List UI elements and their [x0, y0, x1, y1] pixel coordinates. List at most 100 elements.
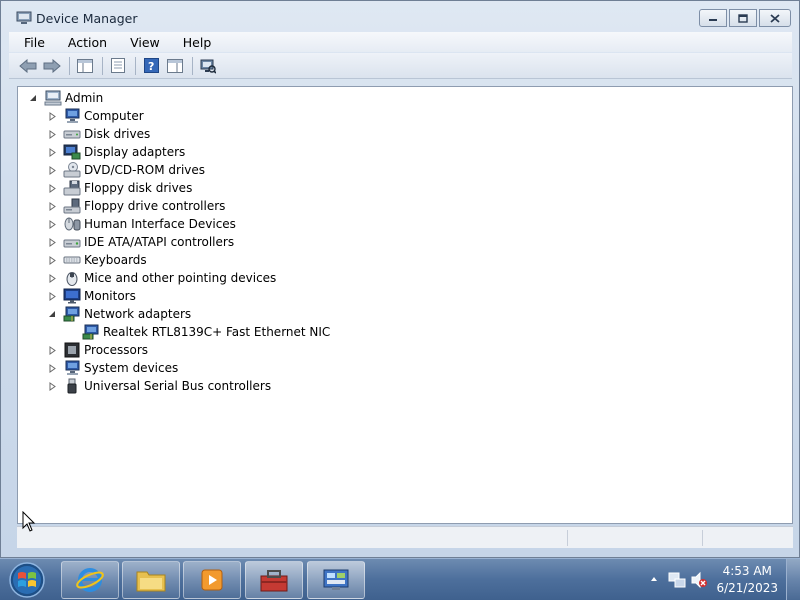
tree-root-label: Admin: [65, 91, 104, 105]
ide-controller-icon: [63, 239, 81, 248]
menu-action[interactable]: Action: [53, 35, 115, 50]
tree-item-usb-controllers[interactable]: Universal Serial Bus controllers: [47, 377, 271, 395]
tree-item-display-adapters[interactable]: Display adapters: [47, 143, 185, 161]
tree-item-computer[interactable]: Computer: [47, 107, 144, 125]
tree-item-label: Disk drives: [84, 127, 151, 141]
tree-item-label: IDE ATA/ATAPI controllers: [84, 235, 235, 249]
expand-arrow-icon[interactable]: [47, 219, 57, 229]
taskbar-windows-explorer[interactable]: [122, 561, 180, 599]
toolbar-separator: [102, 56, 103, 75]
expand-arrow-icon[interactable]: [47, 381, 57, 391]
tree-connector: [66, 327, 76, 337]
taskbar-control-panel[interactable]: [307, 561, 365, 599]
computer-admin-icon: [44, 90, 62, 106]
notification-area: 4:53 AM 6/21/2023: [630, 559, 800, 600]
start-button[interactable]: [4, 560, 50, 600]
title-bar[interactable]: Device Manager: [1, 1, 799, 33]
tree-item-label: DVD/CD-ROM drives: [84, 163, 206, 177]
tree-item-label: Floppy drive controllers: [84, 199, 226, 213]
clock[interactable]: 4:53 AM 6/21/2023: [716, 563, 778, 597]
tree-item-realtek-nic[interactable]: Realtek RTL8139C+ Fast Ethernet NIC: [66, 323, 330, 341]
tree-item-floppy-disk[interactable]: Floppy disk drives: [47, 179, 192, 197]
tree-item-processors[interactable]: Processors: [47, 341, 148, 359]
tree-item-dvd-cdrom[interactable]: DVD/CD-ROM drives: [47, 161, 205, 179]
back-button[interactable]: [17, 56, 39, 76]
expand-arrow-icon[interactable]: [47, 363, 57, 373]
properties-button[interactable]: [107, 56, 129, 76]
menu-view[interactable]: View: [115, 35, 168, 50]
maximize-button[interactable]: [729, 9, 757, 27]
expand-arrow-icon[interactable]: [47, 201, 57, 211]
device-tree[interactable]: Admin Computer Disk drives Display adapt…: [17, 86, 793, 524]
status-bar: [17, 526, 793, 548]
tree-item-monitors[interactable]: Monitors: [47, 287, 136, 305]
tree-item-label: Processors: [84, 343, 149, 357]
tree-item-hid[interactable]: Human Interface Devices: [47, 215, 236, 233]
collapse-arrow-icon[interactable]: [47, 309, 57, 319]
expand-arrow-icon[interactable]: [47, 165, 57, 175]
taskbar: 4:53 AM 6/21/2023: [0, 558, 800, 600]
tree-item-label: Network adapters: [84, 307, 192, 321]
tree-item-label: Universal Serial Bus controllers: [84, 379, 272, 393]
device-manager-window: Device Manager File Action View Help ? A…: [0, 0, 800, 558]
tree-item-label: Keyboards: [84, 253, 147, 267]
show-desktop-button[interactable]: [786, 559, 800, 600]
forward-icon: [43, 58, 61, 73]
taskbar-toolbox[interactable]: [245, 561, 303, 599]
show-hide-console-tree-icon: [77, 58, 93, 73]
device-manager-icon: [16, 11, 32, 24]
tree-item-floppy-controllers[interactable]: Floppy drive controllers: [47, 197, 225, 215]
close-icon: [770, 13, 780, 23]
toolbar-separator: [192, 56, 193, 75]
monitor-icon: [63, 288, 81, 304]
toolbar-separator: [135, 56, 136, 75]
tree-item-label: Mice and other pointing devices: [84, 271, 277, 285]
tree-item-mice[interactable]: Mice and other pointing devices: [47, 269, 276, 287]
tree-item-system-devices[interactable]: System devices: [47, 359, 178, 377]
tree-item-network-adapters[interactable]: Network adapters: [47, 305, 191, 323]
show-hide-console-tree-button[interactable]: [74, 56, 96, 76]
network-adapter-icon: [63, 306, 80, 322]
expand-arrow-icon[interactable]: [47, 237, 57, 247]
taskbar-internet-explorer[interactable]: [61, 561, 119, 599]
expand-arrow-icon[interactable]: [47, 147, 57, 157]
minimize-button[interactable]: [699, 9, 727, 27]
expand-arrow-icon[interactable]: [47, 183, 57, 193]
show-hide-action-pane-button[interactable]: [164, 56, 186, 76]
network-icon[interactable]: [668, 571, 686, 589]
windows-start-icon: [9, 562, 45, 598]
help-button[interactable]: ?: [140, 56, 162, 76]
show-hide-action-pane-icon: [167, 58, 183, 73]
taskbar-media-player[interactable]: [183, 561, 241, 599]
expand-arrow-icon[interactable]: [47, 111, 57, 121]
volume-muted-icon[interactable]: [690, 571, 708, 589]
tree-item-disk-drives[interactable]: Disk drives: [47, 125, 150, 143]
maximize-icon: [738, 13, 748, 23]
display-adapter-icon: [63, 144, 81, 160]
control-panel-icon: [323, 569, 349, 590]
close-button[interactable]: [759, 9, 791, 27]
expand-arrow-icon[interactable]: [47, 273, 57, 283]
expand-arrow-icon[interactable]: [47, 291, 57, 301]
clock-date: 6/21/2023: [716, 581, 778, 595]
menu-help[interactable]: Help: [168, 35, 220, 50]
dvd-drive-icon: [63, 162, 81, 178]
expand-arrow-icon[interactable]: [47, 345, 57, 355]
expand-arrow-icon[interactable]: [47, 129, 57, 139]
scan-hardware-button[interactable]: [197, 56, 219, 76]
disk-drive-icon: [63, 130, 81, 139]
forward-button[interactable]: [41, 56, 63, 76]
tree-item-label: Human Interface Devices: [84, 217, 236, 231]
floppy-drive-icon: [63, 180, 81, 196]
tree-root-admin[interactable]: Admin: [28, 89, 103, 107]
menu-file[interactable]: File: [9, 35, 53, 50]
expand-arrow-icon[interactable]: [47, 255, 57, 265]
collapse-arrow-icon[interactable]: [28, 93, 38, 103]
tree-item-ide-controllers[interactable]: IDE ATA/ATAPI controllers: [47, 233, 234, 251]
properties-icon: [111, 58, 125, 73]
processor-icon: [64, 342, 80, 358]
tree-item-keyboards[interactable]: Keyboards: [47, 251, 147, 269]
tree-item-label: Floppy disk drives: [84, 181, 193, 195]
show-hidden-icons-icon[interactable]: [650, 575, 658, 583]
windows-explorer-icon: [136, 571, 166, 592]
